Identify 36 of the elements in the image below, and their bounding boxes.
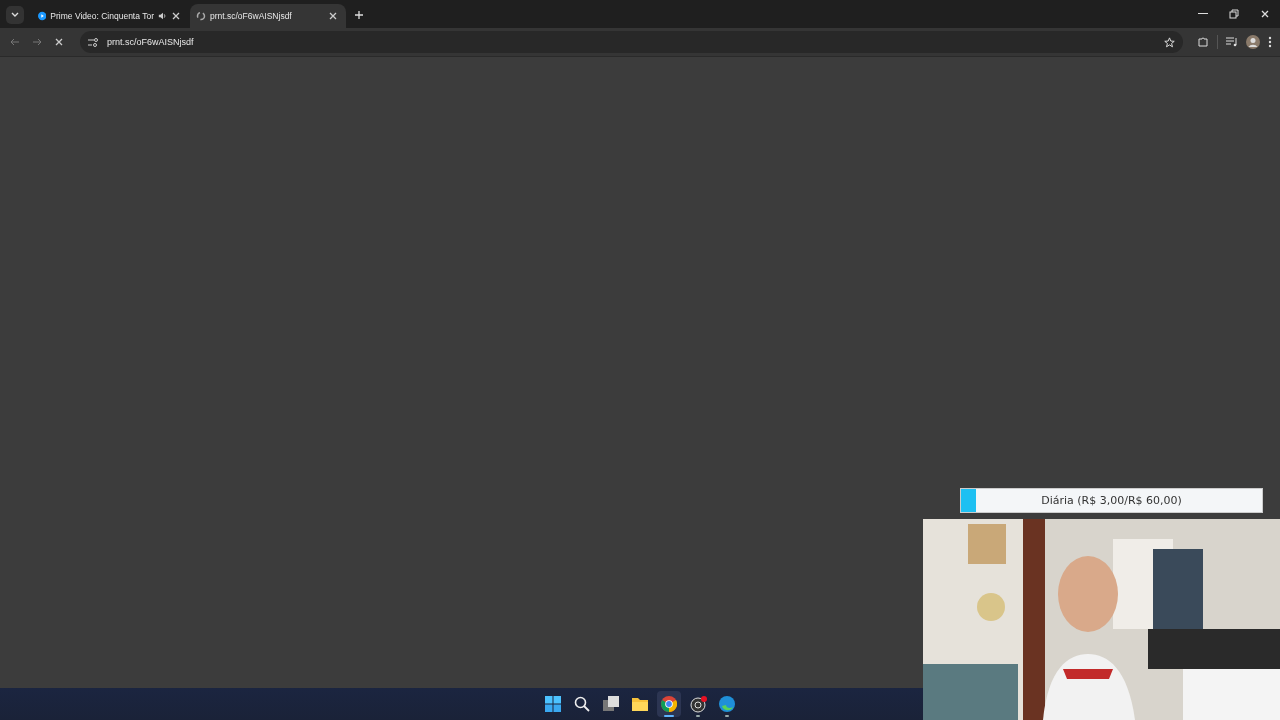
goal-label: Diária (R$ 3,00/R$ 60,00) [1041,494,1182,507]
browser-tab[interactable]: Prime Video: Cinquenta Tor [32,4,188,28]
close-icon [1259,9,1270,19]
folder-icon [632,697,648,711]
back-arrow-icon [10,37,20,47]
tab-title: prnt.sc/oF6wAISNjsdf [210,11,293,21]
restore-icon [1228,9,1239,19]
tab-search-button[interactable] [6,6,24,24]
windows-stack-icon [603,696,619,712]
new-tab-button[interactable] [352,8,366,22]
tab-title: Prime Video: Cinquenta Tor [50,11,154,21]
address-bar[interactable]: prnt.sc/oF6wAISNjsdf [80,31,1183,53]
edge-icon [719,696,735,712]
close-icon [54,37,64,47]
star-icon[interactable] [1164,36,1175,48]
forward-arrow-icon [32,37,42,47]
windows-icon [545,696,561,712]
menu-icon[interactable] [1268,36,1272,48]
browser-tab[interactable]: prnt.sc/oF6wAISNjsdf [190,4,346,28]
obs-icon [689,695,707,713]
search-icon [574,696,590,712]
speaker-icon[interactable] [158,11,167,21]
play-icon [38,11,47,21]
media-queue-icon[interactable] [1226,37,1238,47]
avatar-icon[interactable] [1246,35,1260,49]
puzzle-icon[interactable] [1197,36,1209,48]
caret-icon [11,12,19,18]
loading-icon [196,11,206,21]
site-settings-icon[interactable] [88,37,99,47]
chrome-icon [661,696,677,712]
plus-icon [354,10,364,20]
minimize-icon [1197,13,1208,15]
taskbar-button[interactable] [657,691,681,717]
url-text: prnt.sc/oF6wAISNjsdf [107,37,195,47]
close-icon [328,11,338,21]
close-icon [171,11,182,21]
